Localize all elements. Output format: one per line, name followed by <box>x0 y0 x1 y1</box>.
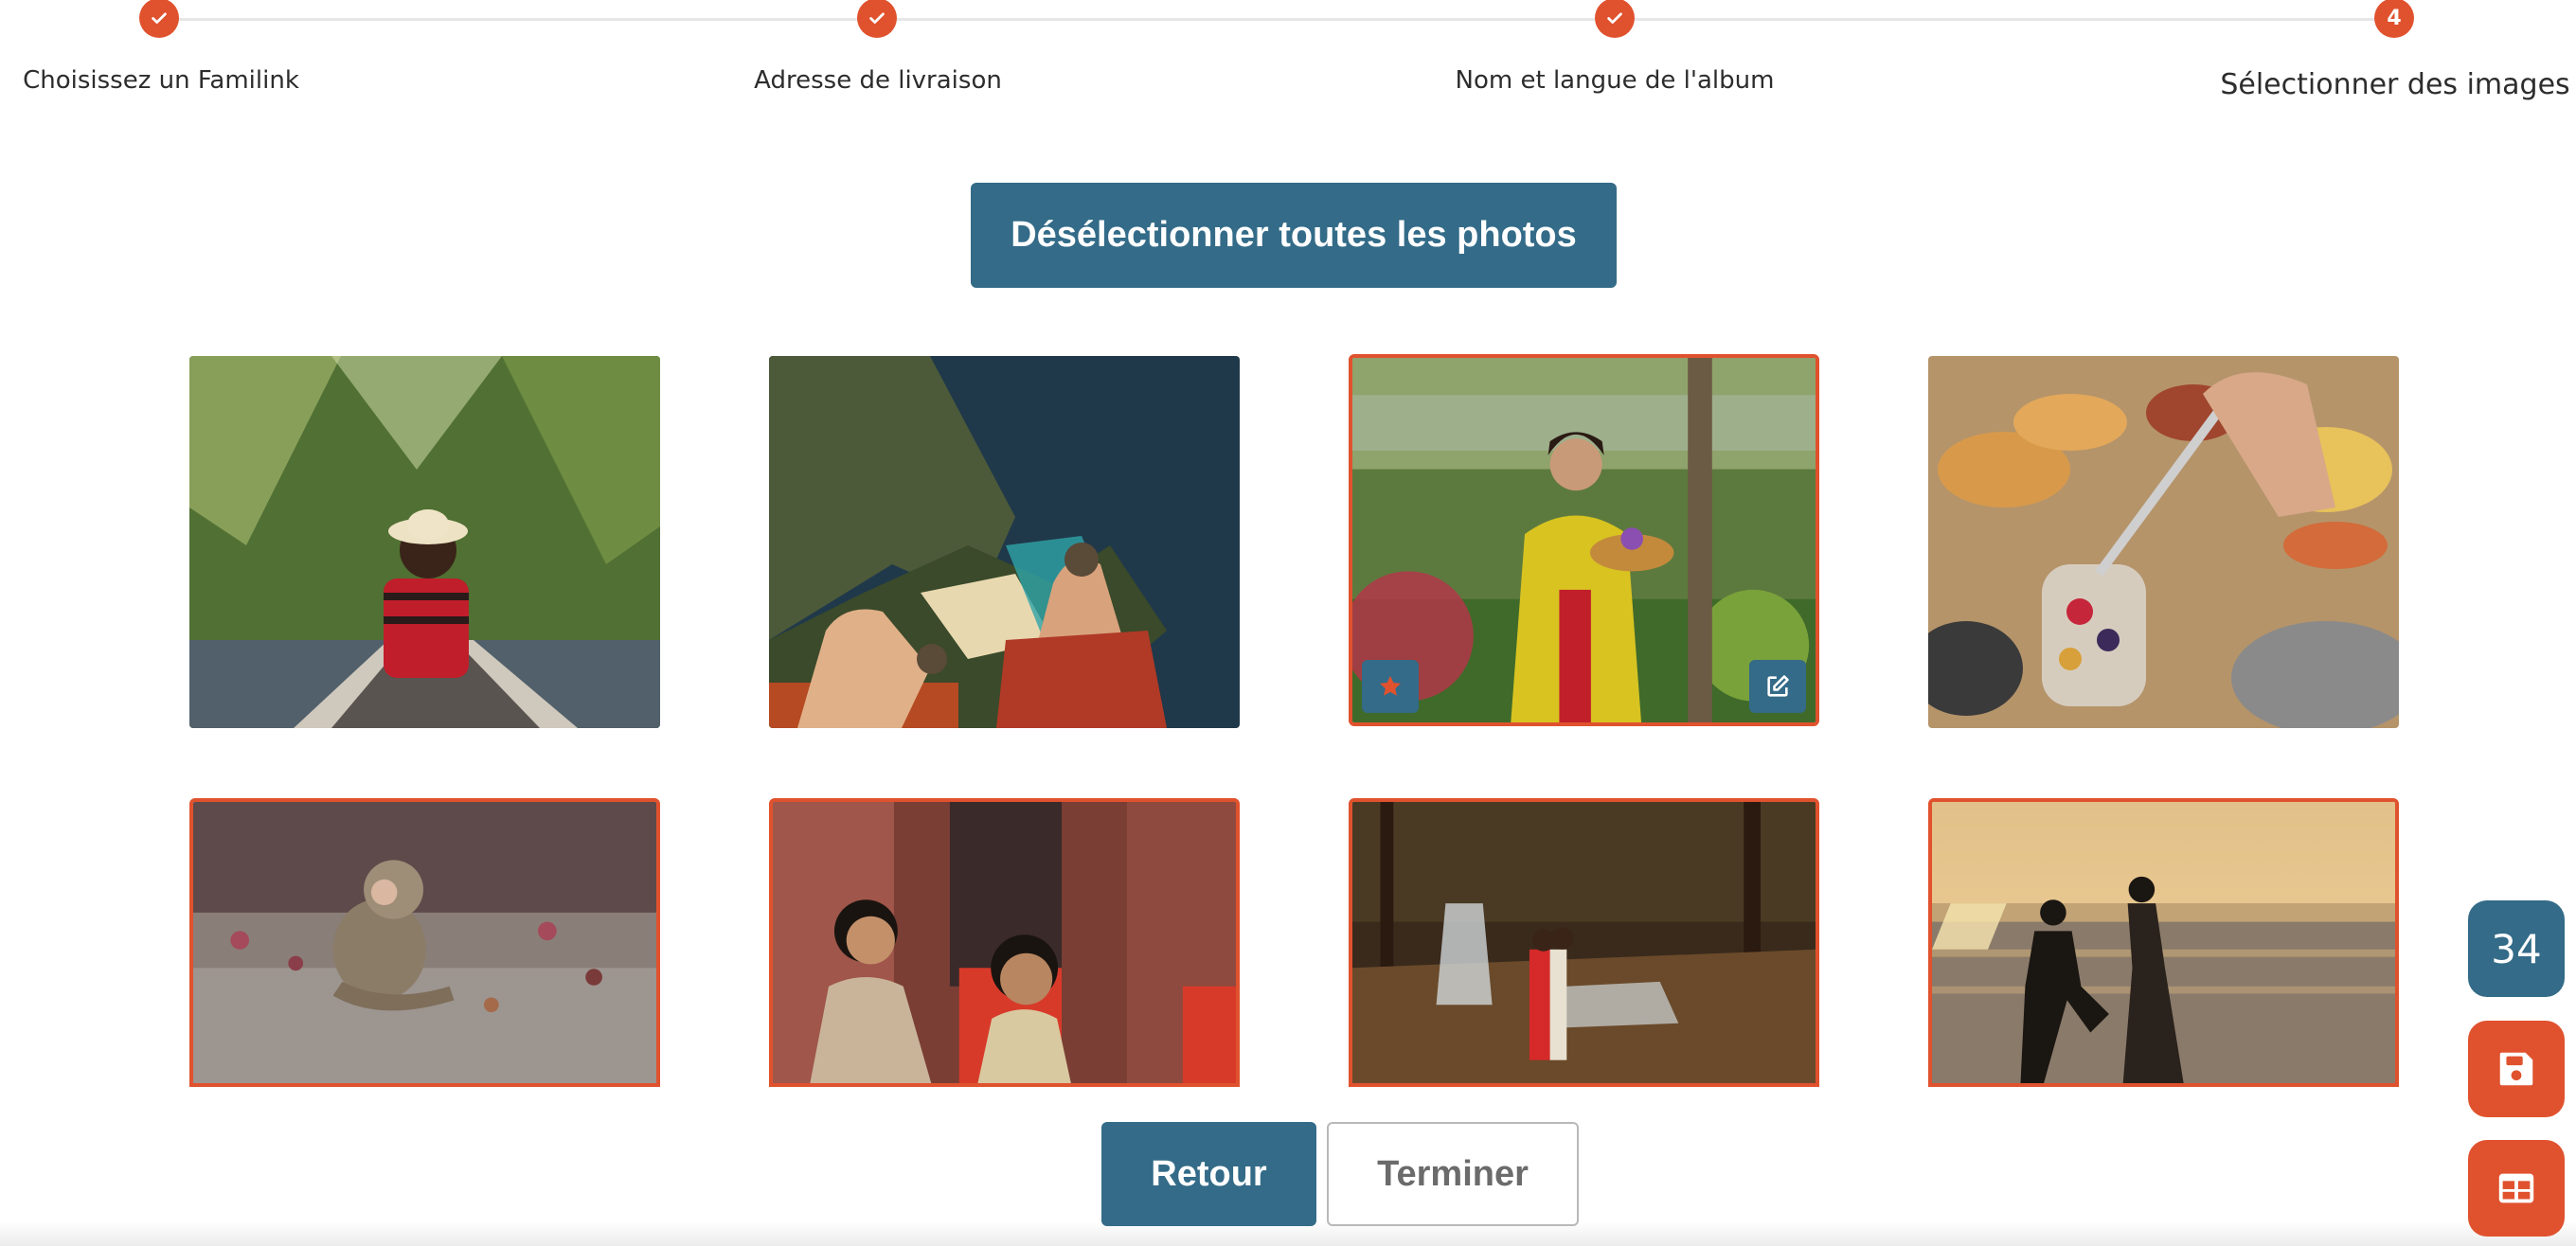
photo-5[interactable] <box>189 798 660 1087</box>
finish-button[interactable]: Terminer <box>1327 1122 1579 1226</box>
photo-3[interactable] <box>1349 354 1819 726</box>
floppy-disk-icon <box>2499 1052 2533 1086</box>
photo-3-image <box>1352 358 1816 722</box>
layout-grid-icon <box>2498 1173 2534 1203</box>
photo-7[interactable] <box>1349 798 1819 1087</box>
step-2-label[interactable]: Adresse de livraison <box>754 66 1002 95</box>
photo-2-image <box>769 356 1240 728</box>
save-button[interactable] <box>2468 1021 2565 1117</box>
star-icon <box>1379 675 1402 696</box>
photo-6-image <box>773 802 1236 1083</box>
edit-icon <box>1767 675 1789 697</box>
photo-7-image <box>1352 802 1816 1083</box>
step-2-check-icon[interactable] <box>857 0 897 38</box>
selected-count-button[interactable]: 34 <box>2468 900 2565 997</box>
step-3-label[interactable]: Nom et langue de l'album <box>1456 66 1775 95</box>
photo-8-image <box>1932 802 2395 1083</box>
photo-2[interactable] <box>769 356 1240 728</box>
photo-6[interactable] <box>769 798 1240 1087</box>
step-1-check-icon[interactable] <box>139 0 179 38</box>
stepper-track <box>159 18 2394 21</box>
photo-8[interactable] <box>1928 798 2399 1087</box>
step-4-number: 4 <box>2374 0 2414 38</box>
photo-4[interactable] <box>1928 356 2399 728</box>
edit-photo-button[interactable] <box>1749 660 1806 713</box>
photo-4-image <box>1928 356 2399 728</box>
page: 4 Choisissez un Familink Adresse de livr… <box>0 0 2576 1246</box>
back-button[interactable]: Retour <box>1101 1122 1316 1226</box>
step-1-label[interactable]: Choisissez un Familink <box>23 66 299 95</box>
favorite-star-button[interactable] <box>1362 660 1419 713</box>
layout-button[interactable] <box>2468 1140 2565 1237</box>
deselect-all-button[interactable]: Désélectionner toutes les photos <box>971 183 1617 288</box>
photo-5-image <box>193 802 656 1083</box>
step-3-check-icon[interactable] <box>1595 0 1635 38</box>
photo-1-image <box>189 356 660 728</box>
photo-1[interactable] <box>189 356 660 728</box>
step-4-label: Sélectionner des images <box>2220 68 2570 101</box>
